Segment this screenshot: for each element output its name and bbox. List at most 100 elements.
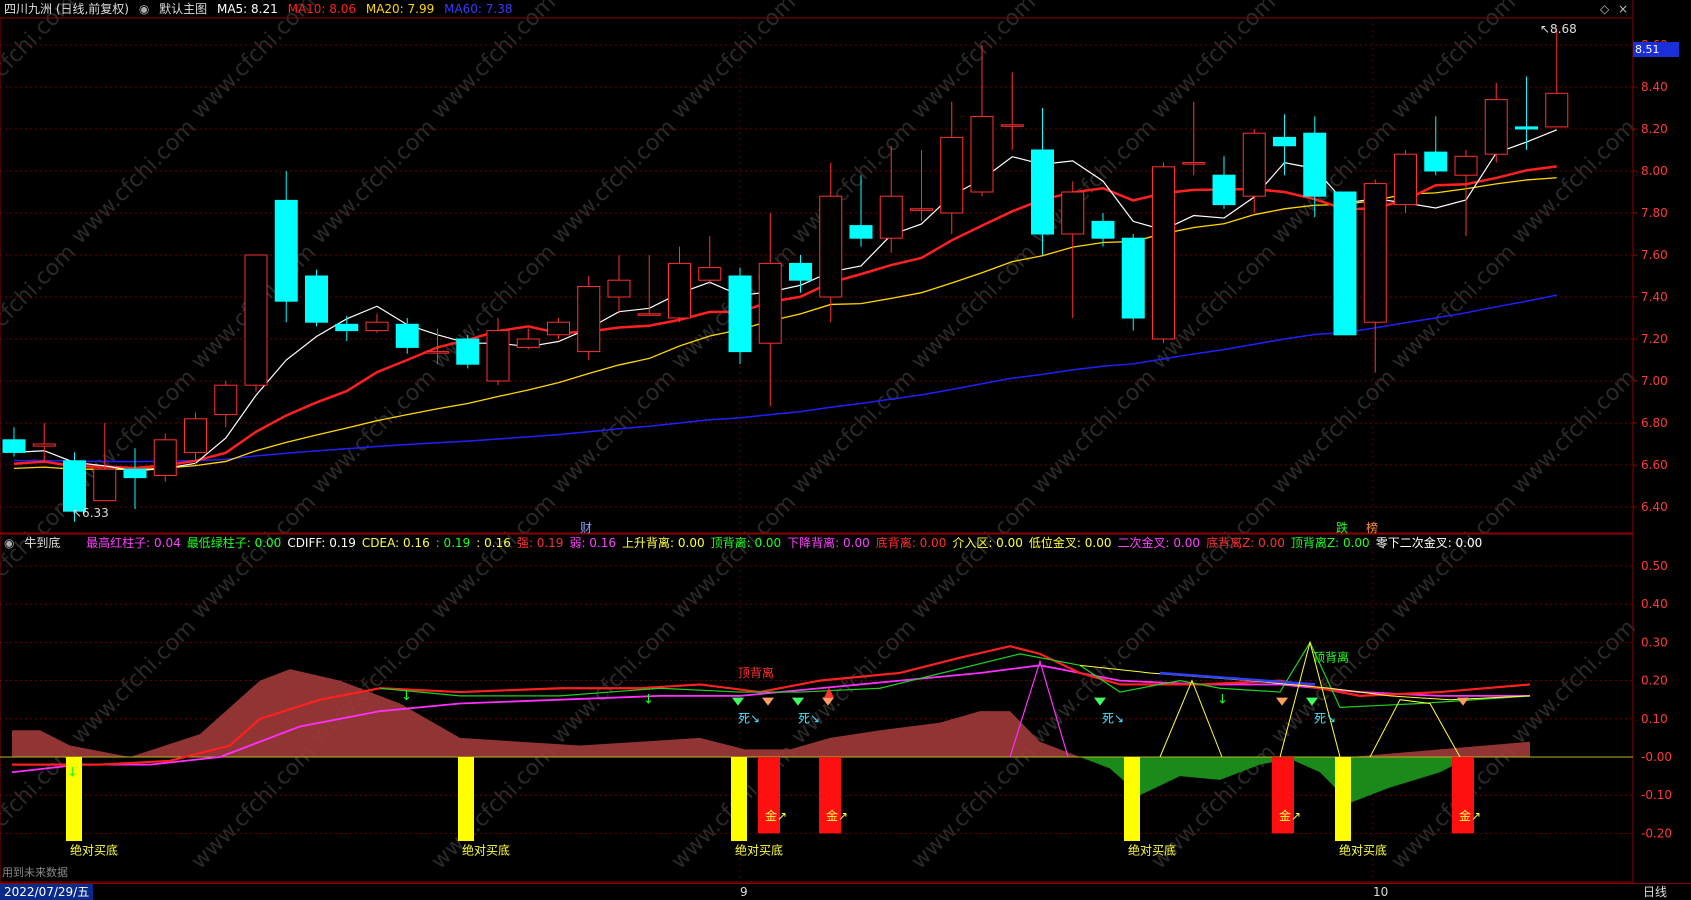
indicator-tick-label: 0.10 (1641, 712, 1668, 726)
candle-body[interactable] (244, 254, 268, 386)
indicator-toggle-icon[interactable]: ◉ (4, 536, 14, 550)
watermark-text: www.cfchi.com (1027, 365, 1161, 499)
candle-body[interactable] (305, 275, 328, 323)
watermark-text: www.cfchi.com (0, 240, 81, 374)
candle-body[interactable] (1454, 155, 1478, 176)
diamond-marker-icon (1457, 697, 1469, 706)
candle-body[interactable] (1091, 220, 1115, 239)
bang-marker: 榜 (1366, 520, 1378, 535)
candle-body[interactable] (63, 460, 86, 512)
period-label[interactable]: 日线 (1643, 884, 1667, 900)
watermark-text: www.cfchi.com (1387, 240, 1521, 374)
indicator-tick-label: 0.20 (1641, 674, 1668, 688)
candle-body[interactable] (2, 439, 26, 453)
chart-canvas: www.cfchi.com www.cfchi.com www.cfchi.com w… (0, 0, 1672, 899)
indicator-value: : 0.19 (435, 536, 471, 550)
candle-body[interactable] (1424, 151, 1448, 172)
candle-body[interactable] (1515, 126, 1538, 130)
candle-body[interactable] (879, 195, 903, 239)
candle-body[interactable] (668, 262, 691, 319)
candle-body[interactable] (214, 384, 238, 416)
candle-body[interactable] (274, 199, 298, 302)
main-chart-label[interactable]: 默认主图 (159, 2, 207, 16)
candle-body[interactable] (365, 321, 389, 332)
candle-body[interactable] (1303, 132, 1327, 197)
abs-buy-bar[interactable] (1335, 757, 1351, 842)
abs-buy-bar[interactable] (1124, 757, 1140, 842)
candle-body[interactable] (1061, 191, 1085, 235)
candle-body[interactable] (335, 323, 359, 332)
candle-body[interactable] (607, 279, 631, 298)
ma20-value: MA20: 7.99 (365, 2, 435, 16)
month-tick-10: 10 (1373, 885, 1389, 899)
indicator-value: 底背离: 0.00 (875, 536, 947, 550)
candle-body[interactable] (1182, 162, 1206, 165)
indicator-tick-label: -0.10 (1641, 788, 1672, 802)
candle-body[interactable] (32, 443, 56, 447)
price-tick-label: 7.80 (1641, 206, 1668, 220)
price-tick-label: 7.60 (1641, 248, 1668, 262)
candle-body[interactable] (426, 351, 449, 354)
candle-body[interactable] (849, 225, 873, 239)
watermark-text: www.cfchi.com (667, 0, 801, 124)
indicator-value: CDEA: 0.16 (361, 536, 430, 550)
watermark-text: www.cfchi.com (427, 0, 561, 124)
candle-body[interactable] (1333, 191, 1357, 336)
indicator-value: 二次金叉: 0.00 (1117, 536, 1201, 550)
candle-body[interactable] (819, 195, 843, 298)
stock-name[interactable]: 四川九洲 (日线,前复权) (4, 2, 129, 16)
candle-body[interactable] (1152, 166, 1175, 340)
close-icon[interactable]: × (1618, 2, 1628, 16)
candle-body[interactable] (516, 338, 540, 348)
candle-body[interactable] (153, 439, 177, 476)
candle-body[interactable] (1031, 149, 1054, 235)
candle-body[interactable] (93, 468, 117, 502)
candle-body[interactable] (1363, 183, 1387, 323)
candle-body[interactable] (395, 323, 419, 348)
candle-body[interactable] (698, 267, 722, 281)
candle-body[interactable] (1484, 99, 1508, 155)
die-marker: 跌 (1336, 520, 1348, 535)
indicator-value: 低位金叉: 0.00 (1028, 536, 1112, 550)
abs-buy-label: 绝对买底 (735, 843, 783, 858)
indicator-value: 零下二次金叉: 0.00 (1375, 536, 1483, 550)
candle-body[interactable] (1121, 237, 1145, 319)
candle-body[interactable] (123, 468, 147, 479)
candle-body[interactable] (184, 418, 207, 453)
diamond-marker-icon (732, 697, 744, 706)
indicator-value: 底背离Z: 0.00 (1206, 536, 1285, 550)
settings-icon[interactable]: ◉ (139, 2, 149, 16)
watermark-text: www.cfchi.com (907, 0, 1041, 124)
candle-body[interactable] (970, 115, 994, 193)
watermark-text: www.cfchi.com (0, 0, 81, 124)
candle-body[interactable] (789, 262, 812, 281)
candle-body[interactable] (910, 208, 933, 211)
watermark-text: www.cfchi.com (307, 115, 441, 249)
candle-body[interactable] (1273, 136, 1296, 147)
candle-body[interactable] (728, 275, 752, 353)
candle-body[interactable] (1545, 92, 1569, 128)
candle-body[interactable] (577, 286, 601, 353)
candle-body[interactable] (940, 136, 964, 214)
candle-body[interactable] (486, 330, 510, 382)
candle-body[interactable] (1394, 153, 1417, 206)
price-tick-label: 8.00 (1641, 164, 1668, 178)
indicator-name[interactable]: 牛到底 (24, 536, 60, 550)
candle-body[interactable] (1242, 132, 1266, 197)
diamond-icon[interactable]: ◇ (1600, 2, 1609, 16)
candle-body[interactable] (1212, 174, 1236, 206)
gold-cross-label: 金↗ (826, 808, 848, 823)
candle-body[interactable] (758, 262, 782, 344)
price-tick-label: 7.20 (1641, 332, 1668, 346)
top-divergence-label: 顶背离 (1313, 650, 1349, 665)
price-axis: 8.608.408.208.007.807.607.407.207.006.80… (1633, 38, 1668, 514)
abs-buy-bar[interactable] (458, 757, 474, 842)
cursor-date: 2022/07/29/五 (0, 884, 94, 900)
candle-body[interactable] (637, 313, 661, 316)
candle-body[interactable] (547, 321, 570, 336)
abs-buy-bar[interactable] (731, 757, 747, 842)
indicator-value: 下降背离: 0.00 (787, 536, 870, 550)
candle-body[interactable] (456, 338, 480, 365)
candle-body[interactable] (1000, 124, 1024, 127)
spike-yellow-3 (1369, 699, 1461, 758)
